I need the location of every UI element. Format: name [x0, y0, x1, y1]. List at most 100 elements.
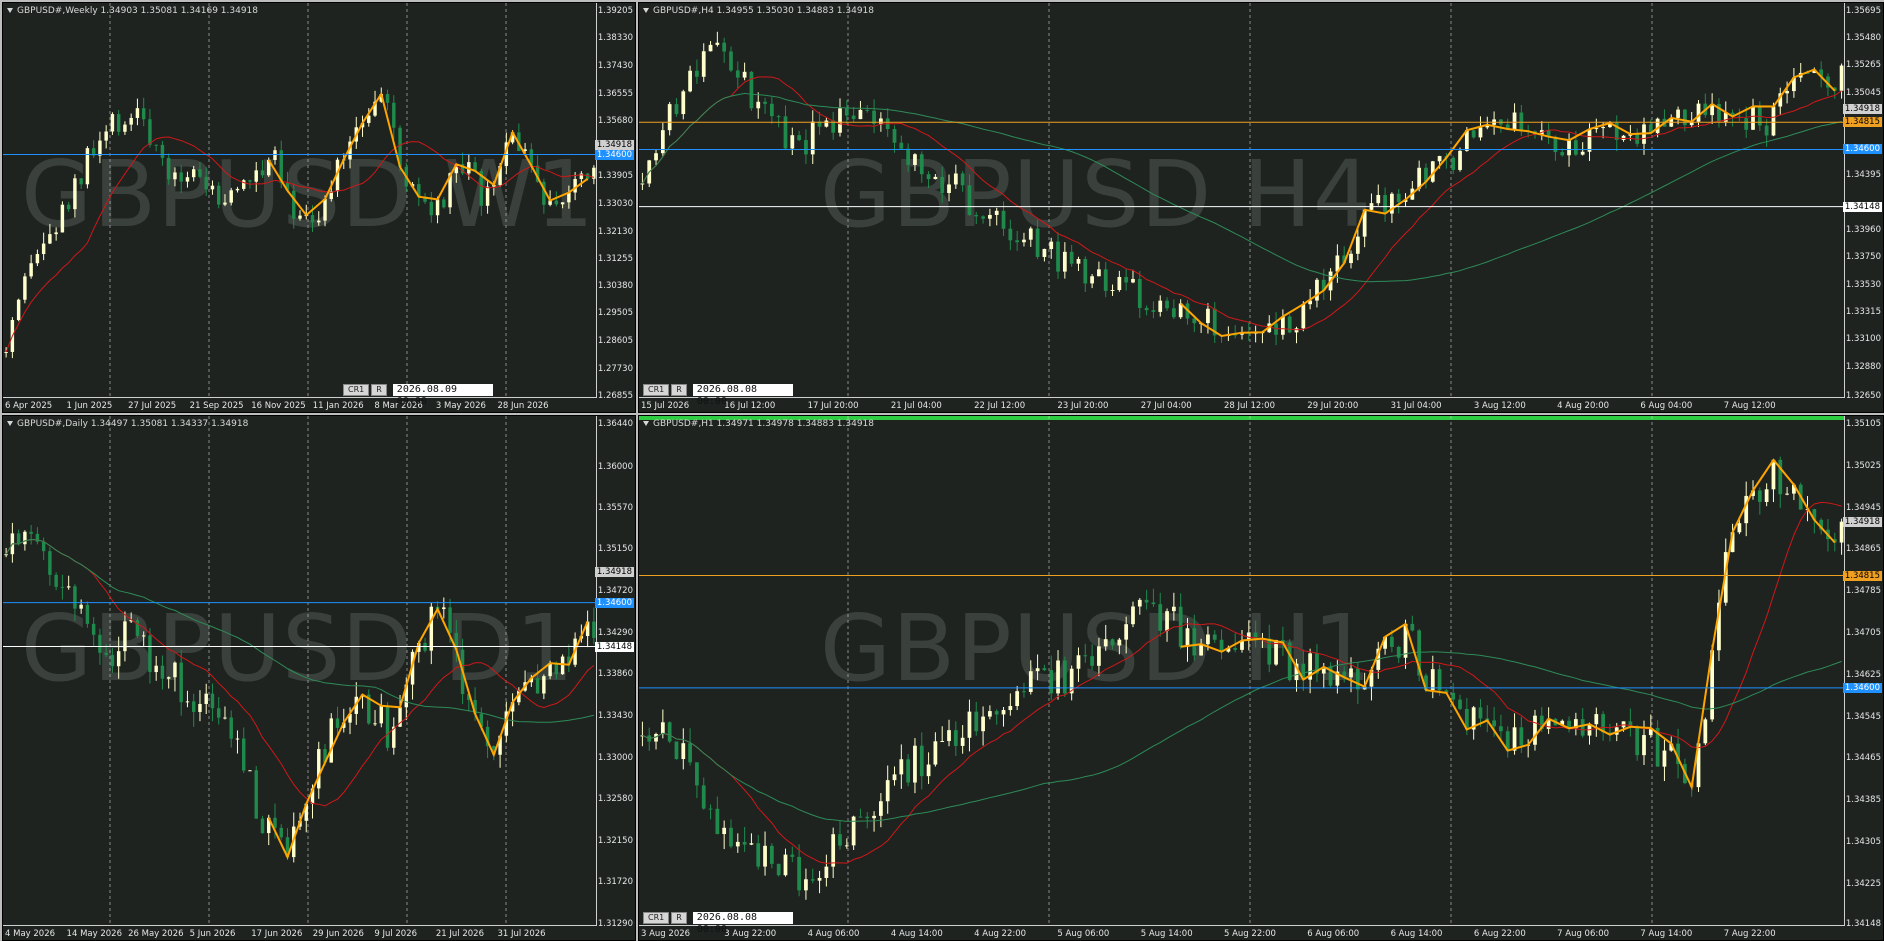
chart-pane-h4[interactable]: GBPUSD H4 GBPUSD#,H4 1.34955 1.35030 1.34…	[638, 2, 1884, 413]
price-tick-label: 1.33960	[1845, 225, 1881, 236]
candle-body	[210, 693, 215, 709]
candle-body	[688, 70, 692, 92]
candle-body	[1512, 112, 1517, 130]
candle-body	[756, 843, 761, 867]
candle-body	[1764, 489, 1769, 502]
collapse-triangle-icon[interactable]	[7, 8, 13, 13]
time-tick-label: 11 Jan 2026	[312, 401, 364, 411]
candle-body	[899, 759, 904, 775]
candle-body	[392, 102, 396, 128]
candle-body	[1587, 129, 1592, 152]
time-axis[interactable]: 3 Aug 2026 3 Aug 22:00 4 Aug 06:00 4 Aug 14…	[639, 925, 1845, 940]
time-tick-label: 4 Aug 06:00	[807, 929, 860, 939]
price-axis[interactable]: 1.35105 1.35025 1.34945 1.34918 1.34865 1.348…	[1842, 416, 1883, 929]
candle-body	[1478, 127, 1483, 138]
candle-body	[91, 623, 96, 635]
candle-body	[749, 71, 754, 109]
candle-body	[1165, 300, 1169, 309]
candle-body	[123, 124, 127, 132]
chart-header[interactable]: GBPUSD#,H1 1.34971 1.34978 1.34883 1.349…	[643, 419, 874, 429]
candle-body	[542, 676, 546, 694]
price-tick-label: 1.34625	[1845, 669, 1881, 680]
candle-body	[654, 153, 658, 161]
candle-body	[722, 827, 727, 835]
collapse-triangle-icon[interactable]	[643, 8, 649, 13]
r-button[interactable]: R	[671, 384, 687, 396]
price-tick-label: 1.35265	[1845, 60, 1881, 71]
price-axis[interactable]: 1.36440 1.36000 1.35570 1.35150 1.34918 1.347…	[594, 416, 635, 929]
candle-body	[1056, 660, 1060, 694]
candle-body	[851, 115, 856, 120]
candle-body	[1097, 269, 1101, 277]
candle-body	[933, 176, 938, 180]
time-axis[interactable]: 15 Jul 2026 16 Jul 12:00 17 Jul 20:00 21 Ju…	[639, 397, 1845, 412]
price-tick-label: 1.31720	[597, 877, 633, 888]
price-tick-label: 1.33000	[597, 752, 633, 763]
time-tick-label: 7 Aug 14:00	[1640, 929, 1693, 939]
chart-controls: CR1 R 2026.08.09 00:00	[343, 384, 493, 407]
collapse-triangle-icon[interactable]	[643, 421, 649, 426]
chart-pane-daily[interactable]: GBPUSD D1 GBPUSD#,Daily 1.34497 1.35081 1…	[2, 415, 636, 941]
candle-body	[1771, 106, 1776, 136]
candle-body	[1519, 727, 1524, 746]
chart-pane-h1[interactable]: GBPUSD H1 GBPUSD#,H1 1.34971 1.34978 1.34…	[638, 415, 1884, 941]
candle-body	[776, 863, 781, 876]
chart-header[interactable]: GBPUSD#,Daily 1.34497 1.35081 1.34337 1.…	[7, 419, 248, 429]
price-axis[interactable]: 1.35695 1.35480 1.35265 1.35045 1.34918 1.348…	[1842, 3, 1883, 401]
candle-body	[913, 745, 917, 783]
plot-area[interactable]	[639, 3, 1845, 398]
candle-body	[1430, 669, 1435, 691]
candle-body	[1083, 655, 1088, 657]
price-level-label: 1.34600	[594, 597, 634, 608]
plot-area[interactable]	[3, 416, 597, 926]
candle-body	[1151, 602, 1156, 605]
candle-body	[790, 854, 795, 857]
candle-body	[1076, 259, 1081, 264]
cr1-button[interactable]: CR1	[643, 384, 670, 396]
time-tick-label: 17 Jul 20:00	[807, 401, 859, 411]
price-level-label: 1.34600	[1842, 144, 1882, 155]
candle-body	[279, 827, 283, 838]
collapse-triangle-icon[interactable]	[7, 421, 13, 426]
candle-body	[967, 711, 972, 738]
candle-body	[166, 157, 171, 180]
cr1-button[interactable]: CR1	[343, 384, 370, 396]
price-axis[interactable]: 1.39205 1.38330 1.37430 1.36555 1.35680 1.349…	[594, 3, 635, 401]
candle-body	[1594, 714, 1599, 725]
date-input[interactable]: 2026.08.08 00:00	[692, 912, 793, 935]
candle-body	[1103, 639, 1108, 647]
cr1-button[interactable]: CR1	[643, 912, 670, 924]
candle-body	[919, 745, 924, 777]
candle-body	[60, 204, 65, 233]
price-level-label: 1.34600	[1842, 682, 1882, 693]
candle-body	[323, 198, 327, 221]
candle-body	[824, 120, 829, 127]
time-axis[interactable]: 6 Apr 2025 1 Jun 2025 27 Jul 2025 21 Sep 20…	[3, 397, 597, 412]
time-tick-label: 7 Aug 06:00	[1557, 929, 1610, 939]
price-tick-label: 1.32880	[1845, 361, 1881, 372]
candle-body	[166, 677, 171, 679]
candle-body	[1137, 278, 1142, 308]
time-tick-label: 5 Aug 22:00	[1224, 929, 1276, 939]
candle-body	[373, 723, 377, 725]
candle-body	[4, 554, 8, 556]
date-input[interactable]: 2026.08.09 00:00	[392, 384, 493, 407]
candle-body	[1437, 156, 1442, 162]
r-button[interactable]: R	[671, 912, 687, 924]
candle-body	[1744, 118, 1749, 130]
date-input[interactable]: 2026.08.08 00:00	[692, 384, 793, 407]
r-button[interactable]: R	[371, 384, 387, 396]
chart-header[interactable]: GBPUSD#,H4 1.34955 1.35030 1.34883 1.349…	[643, 6, 874, 16]
candle-body	[749, 843, 754, 845]
candle-body	[1696, 103, 1701, 122]
time-axis[interactable]: 4 May 2026 14 May 2026 26 May 2026 5 Jun 20…	[3, 925, 597, 940]
candle-body	[1499, 726, 1503, 732]
plot-area[interactable]	[639, 416, 1845, 926]
candle-body	[695, 70, 699, 77]
plot-area[interactable]	[3, 3, 597, 398]
candle-body	[981, 716, 985, 732]
candle-body	[940, 741, 945, 743]
candle-body	[1015, 240, 1020, 243]
chart-pane-weekly[interactable]: GBPUSD W1 GBPUSD#,Weekly 1.34903 1.35081 …	[2, 2, 636, 413]
chart-header[interactable]: GBPUSD#,Weekly 1.34903 1.35081 1.34169 1…	[7, 6, 258, 16]
